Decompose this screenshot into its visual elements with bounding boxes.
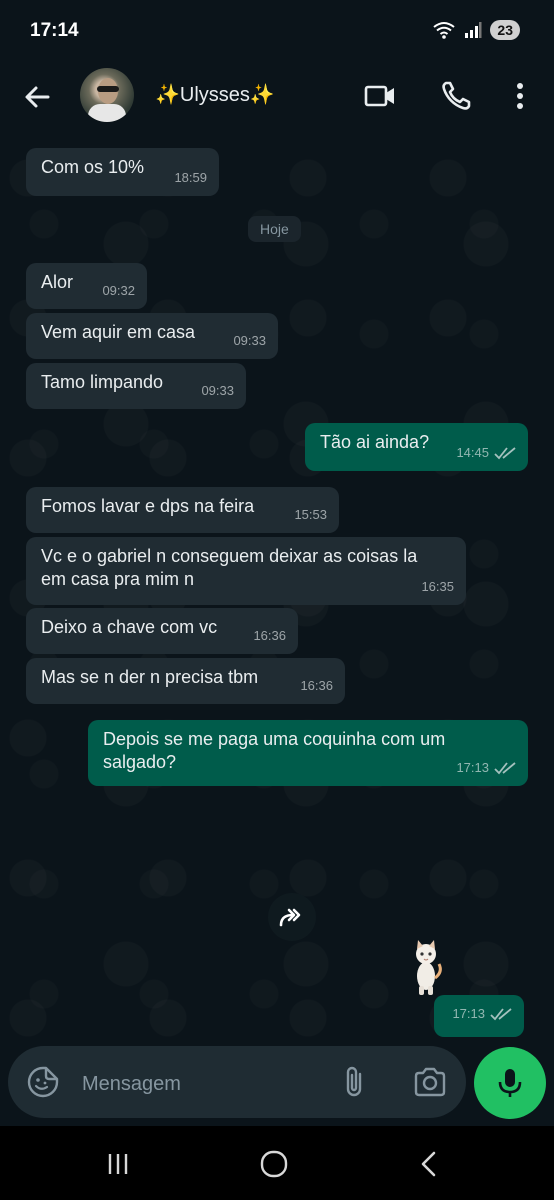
message-time: 14:45 [456,445,489,460]
message-incoming[interactable]: Alor 09:32 [26,263,147,309]
message-composer [8,1046,466,1118]
message-text: Vem aquir em casa [41,322,196,342]
chat-messages[interactable]: Com os 10% 18:59 Hoje Alor 09:32 Vem aqu… [0,136,554,1046]
message-text: Mas se n der n precisa tbm [41,667,259,687]
sticker-emoji-icon[interactable] [26,1065,60,1099]
message-time: 16:36 [253,628,286,643]
camera-icon[interactable] [412,1064,448,1100]
contact-avatar[interactable] [80,68,134,122]
forward-button[interactable] [268,893,316,941]
message-incoming[interactable]: Vc e o gabriel n conseguem deixar as coi… [26,537,466,605]
message-outgoing[interactable]: Tão ai ainda? 14:45 [305,423,528,471]
message-incoming[interactable]: Tamo limpando 09:33 [26,363,246,409]
message-time: 09:32 [102,283,135,298]
status-time: 17:14 [30,20,79,41]
battery-indicator: 23 [490,20,520,40]
message-incoming[interactable]: Com os 10% 18:59 [26,148,219,196]
more-options-icon[interactable] [502,78,538,114]
message-time: 18:59 [174,170,207,185]
message-incoming[interactable]: Vem aquir em casa 09:33 [26,313,278,359]
message-time: 16:35 [421,579,454,594]
voice-call-icon[interactable] [438,78,474,114]
message-status: 17:13 [456,756,516,779]
wifi-icon [433,22,456,39]
message-text: Fomos lavar e dps na feira [41,496,255,516]
read-receipt-icon [494,761,516,774]
recent-apps-icon[interactable] [100,1146,136,1182]
signal-icon [465,22,482,38]
message-text: Deixo a chave com vc [41,617,218,637]
back-arrow-icon[interactable] [20,80,54,114]
message-status: 14:45 [456,441,516,464]
home-icon[interactable] [256,1146,292,1182]
status-bar: 17:14 23 [0,0,554,62]
message-outgoing[interactable]: Depois se me paga uma coquinha com um sa… [88,720,528,786]
message-status: 17:13 [452,1002,512,1025]
message-time: 09:33 [233,333,266,348]
message-time: 16:36 [300,678,333,693]
message-text: Vc e o gabriel n conseguem deixar as coi… [41,546,418,589]
cat-sticker[interactable] [406,936,446,996]
message-time: 17:13 [452,1006,485,1021]
forward-icon [279,908,301,927]
system-nav-bar [0,1126,554,1200]
message-text: Depois se me paga uma coquinha com um sa… [103,729,446,772]
read-receipt-icon [490,1007,512,1020]
chat-header: ✨Ulysses✨ [0,62,554,136]
message-incoming[interactable]: Mas se n der n precisa tbm 16:36 [26,658,345,704]
message-time: 15:53 [294,507,327,522]
message-time: 09:33 [201,383,234,398]
voice-message-button[interactable] [474,1047,546,1119]
message-time: 17:13 [456,760,489,775]
microphone-icon [498,1069,522,1097]
back-nav-icon[interactable] [412,1146,448,1182]
sticker-timestamp[interactable]: 17:13 [434,995,524,1037]
date-separator: Hoje [248,216,301,242]
video-call-icon[interactable] [362,78,398,114]
message-input[interactable] [80,1068,324,1100]
status-icons: 23 [432,20,520,40]
contact-name[interactable]: ✨Ulysses✨ [155,82,275,107]
attachment-icon[interactable] [338,1064,372,1100]
read-receipt-icon [494,446,516,459]
message-incoming[interactable]: Fomos lavar e dps na feira 15:53 [26,487,339,533]
message-incoming[interactable]: Deixo a chave com vc 16:36 [26,608,298,654]
